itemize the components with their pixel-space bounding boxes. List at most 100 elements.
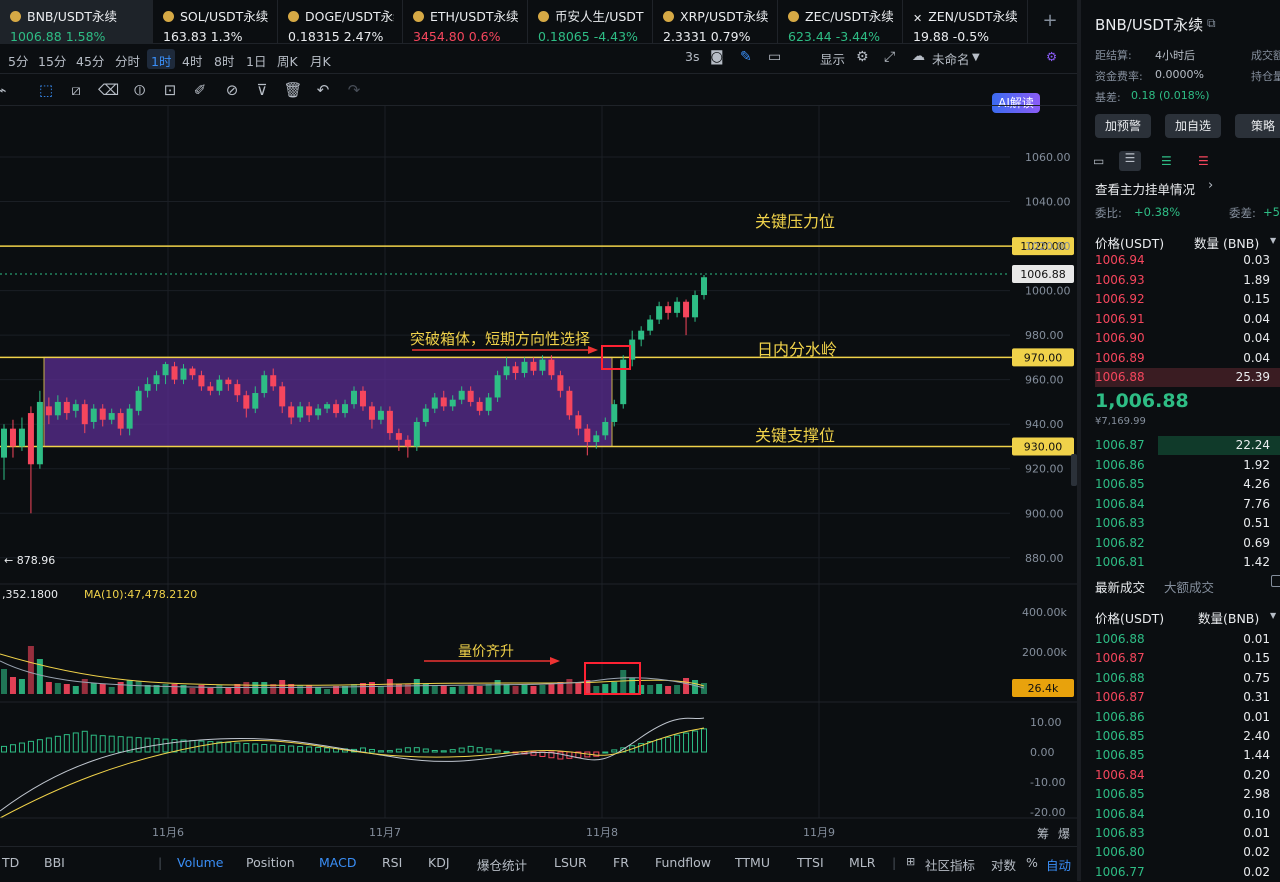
ticker-tab-bnb[interactable]: BNB/USDT永续 1006.88 1.58% bbox=[0, 0, 153, 44]
ask-row[interactable]: 1006.89 0.04 bbox=[1095, 349, 1280, 368]
ask-row[interactable]: 1006.93 1.89 bbox=[1095, 271, 1280, 290]
tf-timeshare[interactable]: 分时 bbox=[111, 49, 144, 69]
ind-fr[interactable]: FR bbox=[613, 855, 629, 870]
tf-4h[interactable]: 4时 bbox=[178, 49, 206, 69]
ticker-tab-binance-life[interactable]: 币安人生/USDT 0.18065 -4.43% bbox=[528, 0, 653, 44]
ruler-icon[interactable]: ⧄ bbox=[66, 80, 86, 100]
tf-45m[interactable]: 45分 bbox=[72, 49, 108, 69]
tf-week[interactable]: 周K bbox=[273, 49, 302, 69]
copy-icon[interactable]: ⧉ bbox=[1207, 16, 1216, 31]
display-button[interactable]: 显示 bbox=[820, 49, 845, 68]
ind-liquidation[interactable]: 爆仓统计 bbox=[477, 855, 527, 874]
ind-ttmu[interactable]: TTMU bbox=[735, 855, 770, 870]
macd-bar bbox=[162, 738, 169, 753]
tf-1h[interactable]: 1时 bbox=[147, 49, 176, 69]
chevron-down-icon[interactable]: ▼ bbox=[972, 52, 980, 63]
ticker-tab-zec[interactable]: ZEC/USDT永续 623.44 -3.44% bbox=[778, 0, 903, 44]
lock-icon[interactable]: ⊡ bbox=[160, 80, 180, 100]
redo-icon[interactable]: ↷ bbox=[344, 80, 364, 100]
trades-qty-header[interactable]: 数量(BNB) bbox=[1198, 608, 1259, 627]
strategy-button[interactable]: 策略 bbox=[1235, 114, 1280, 138]
divider: | bbox=[158, 855, 163, 870]
add-tab-icon[interactable]: + bbox=[1040, 10, 1060, 31]
filter-icon[interactable]: ⊽ bbox=[252, 80, 272, 100]
trash-icon[interactable]: 🗑 bbox=[283, 80, 303, 100]
pen-icon[interactable]: ✎ bbox=[740, 49, 752, 65]
layout-select[interactable]: 未命名 bbox=[932, 49, 970, 68]
main-orders-link[interactable]: 查看主力挂单情况 bbox=[1095, 179, 1195, 198]
bid-row[interactable]: 1006.87 22.24 bbox=[1095, 436, 1280, 455]
volume-bar bbox=[575, 683, 582, 694]
orderbook-view-icon[interactable]: ▭ bbox=[1093, 154, 1104, 168]
ticker-price: 3454.80 bbox=[413, 29, 465, 44]
ind-rsi[interactable]: RSI bbox=[382, 855, 402, 870]
eraser-icon[interactable]: ⌫ bbox=[98, 80, 119, 100]
caret-down-icon[interactable]: ▼ bbox=[1270, 611, 1276, 620]
settings-icon[interactable]: ⚙ bbox=[856, 49, 869, 65]
camera-icon[interactable]: ◙ bbox=[710, 49, 724, 65]
tf-8h[interactable]: 8时 bbox=[210, 49, 238, 69]
percent-toggle[interactable]: % bbox=[1026, 855, 1038, 870]
tf-1d[interactable]: 1日 bbox=[242, 49, 270, 69]
volume-bar bbox=[368, 682, 375, 694]
auto-scale-toggle[interactable]: 自动 bbox=[1046, 855, 1071, 874]
ask-row[interactable]: 1006.88 25.39 bbox=[1095, 368, 1280, 387]
ticker-tab-eth[interactable]: ETH/USDT永续 3454.80 0.6% bbox=[403, 0, 528, 44]
orderbook-asks-icon[interactable]: ☰ bbox=[1198, 154, 1209, 168]
ask-row[interactable]: 1006.91 0.04 bbox=[1095, 310, 1280, 329]
ind-ttsi[interactable]: TTSI bbox=[797, 855, 824, 870]
tf-15m[interactable]: 15分 bbox=[34, 49, 70, 69]
add-watchlist-button[interactable]: 加自选 bbox=[1165, 114, 1221, 138]
ai-settings-icon[interactable]: ⚙ bbox=[1046, 49, 1057, 64]
tf-5m[interactable]: 5分 bbox=[4, 49, 32, 69]
measure-icon[interactable]: ⦶ bbox=[130, 80, 150, 100]
undo-icon[interactable]: ↶ bbox=[313, 80, 333, 100]
trade-price: 1006.87 bbox=[1095, 690, 1145, 705]
add-alert-button[interactable]: 加预警 bbox=[1095, 114, 1151, 138]
bid-row[interactable]: 1006.81 1.42 bbox=[1095, 553, 1280, 572]
fullscreen-icon[interactable]: ⤢ bbox=[884, 49, 895, 65]
price-chart[interactable]: 1020.00970.00930.00 1060.001040.001020.0… bbox=[0, 106, 1077, 846]
tf-month[interactable]: 月K bbox=[306, 49, 335, 69]
ind-bbi[interactable]: BBI bbox=[44, 855, 65, 870]
log-scale-toggle[interactable]: 对数 bbox=[991, 855, 1016, 874]
ask-row[interactable]: 1006.90 0.04 bbox=[1095, 329, 1280, 348]
ind-kdj[interactable]: KDJ bbox=[428, 855, 450, 870]
ind-volume[interactable]: Volume bbox=[177, 855, 224, 870]
ind-mlr[interactable]: MLR bbox=[849, 855, 875, 870]
ind-macd[interactable]: MACD bbox=[319, 855, 356, 870]
note-icon[interactable]: ✐ bbox=[190, 80, 210, 100]
ticker-tab-doge[interactable]: DOGE/USDT永续 0.18315 2.47% bbox=[278, 0, 403, 44]
draw-tool-icon[interactable]: ⌁ bbox=[0, 80, 12, 100]
ind-fundflow[interactable]: Fundflow bbox=[655, 855, 711, 870]
caret-down-icon[interactable]: ▼ bbox=[1270, 236, 1276, 245]
comment-icon[interactable]: ▭ bbox=[768, 49, 781, 65]
orderbook-bids-icon[interactable]: ☰ bbox=[1161, 154, 1172, 168]
ind-position[interactable]: Position bbox=[246, 855, 295, 870]
ask-row[interactable]: 1006.92 0.15 bbox=[1095, 290, 1280, 309]
ticker-tab-xrp[interactable]: XRP/USDT永续 2.3331 0.79% bbox=[653, 0, 778, 44]
orderbook-both-icon[interactable]: ☰ bbox=[1119, 151, 1141, 171]
bid-row[interactable]: 1006.86 1.92 bbox=[1095, 456, 1280, 475]
close-icon[interactable]: ✕ bbox=[913, 12, 922, 25]
bid-row[interactable]: 1006.83 0.51 bbox=[1095, 514, 1280, 533]
refresh-interval[interactable]: 3s bbox=[685, 49, 699, 64]
qty-header[interactable]: 数量 (BNB) bbox=[1194, 233, 1259, 252]
ind-lsur[interactable]: LSUR bbox=[554, 855, 587, 870]
ticker-tab-sol[interactable]: SOL/USDT永续 163.83 1.3% bbox=[153, 0, 278, 44]
breakout-annotation: 突破箱体，短期方向性选择 bbox=[410, 330, 590, 348]
bid-row[interactable]: 1006.82 0.69 bbox=[1095, 534, 1280, 553]
ind-td[interactable]: TD bbox=[2, 855, 19, 870]
trade-price: 1006.87 bbox=[1095, 651, 1145, 666]
community-indicators[interactable]: 社区指标 bbox=[925, 855, 975, 874]
cursor-icon[interactable]: ⬚ bbox=[36, 80, 56, 100]
bid-price: 1006.86 bbox=[1095, 457, 1145, 472]
magnet-icon[interactable]: ⊘ bbox=[222, 80, 242, 100]
trades-tab-large[interactable]: 大额成交 bbox=[1164, 577, 1214, 596]
bid-row[interactable]: 1006.85 4.26 bbox=[1095, 475, 1280, 494]
ask-row[interactable]: 1006.94 0.03 bbox=[1095, 251, 1280, 270]
trades-tab-latest[interactable]: 最新成交 bbox=[1095, 577, 1145, 596]
bid-row[interactable]: 1006.84 7.76 bbox=[1095, 495, 1280, 514]
ticker-tab-zen[interactable]: ✕ ZEN/USDT永续 19.88 -0.5% bbox=[903, 0, 1028, 44]
checkbox[interactable] bbox=[1271, 575, 1280, 587]
